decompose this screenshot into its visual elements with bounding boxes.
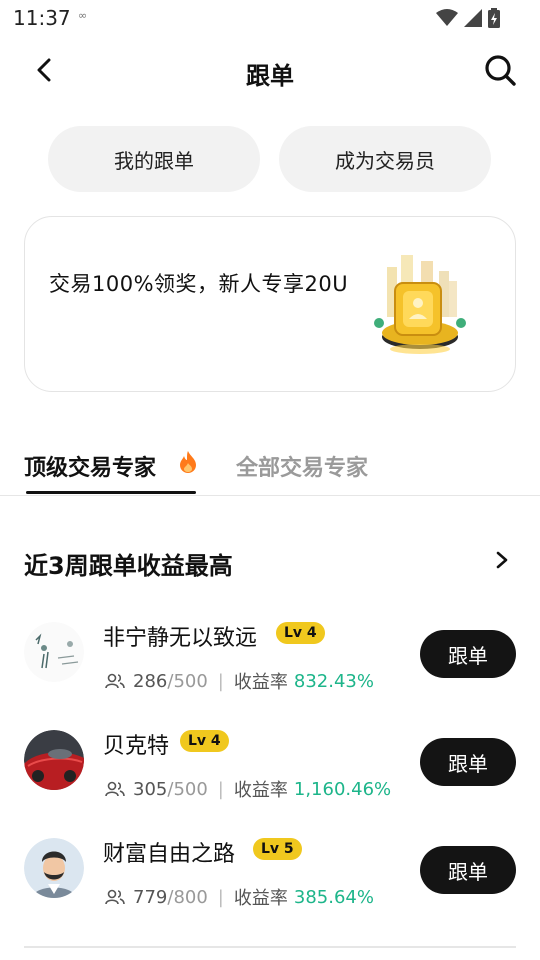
search-icon (485, 55, 516, 86)
signal-icon (464, 9, 482, 27)
battery-icon (488, 8, 500, 28)
trader-name: 贝克特 (103, 734, 170, 759)
avatar (24, 622, 84, 682)
follower-count: 779 (133, 886, 168, 908)
expert-tabs: 顶级交易专家 全部交易专家 (0, 440, 540, 496)
level-badge: Lv 5 (253, 838, 302, 860)
trader-stats: 305/500 | 收益率 1,160.46% (105, 776, 391, 802)
tab-all-experts[interactable]: 全部交易专家 (236, 450, 368, 482)
fire-icon (180, 451, 196, 473)
follower-capacity: 800 (173, 886, 208, 908)
follow-button[interactable]: 跟单 (420, 846, 516, 894)
avatar (24, 730, 84, 790)
nav-bar: 跟单 (0, 44, 540, 100)
people-icon (105, 673, 125, 689)
promo-banner[interactable]: 交易100%领奖，新人专享20U (24, 216, 516, 392)
gold-coin-buildings-illustration (374, 255, 466, 354)
become-trader-button[interactable]: 成为交易员 (279, 126, 491, 192)
status-icons (436, 8, 500, 28)
avatar (24, 838, 84, 898)
trader-row[interactable]: 财富自由之路 Lv 5 779/800 | 收益率 385.64% 跟单 (0, 838, 540, 938)
promo-text: 交易100%领奖，新人专享20U (49, 272, 349, 296)
link-icon: ∞ (78, 9, 88, 22)
trader-row[interactable]: 非宁静无以致远 Lv 4 286/500 | 收益率 832.43% 跟单 (0, 622, 540, 722)
status-time: 11:37 (13, 6, 71, 30)
rate-label: 收益率 (233, 780, 288, 801)
follower-count: 305 (133, 778, 168, 800)
level-badge: Lv 4 (180, 730, 229, 752)
trader-name: 财富自由之路 (103, 842, 236, 867)
follow-button[interactable]: 跟单 (420, 738, 516, 786)
chevron-right-icon[interactable] (492, 548, 512, 572)
return-rate: 1,160.46% (293, 778, 392, 800)
people-icon (105, 781, 125, 797)
follow-button[interactable]: 跟单 (420, 630, 516, 678)
rate-label: 收益率 (233, 672, 288, 693)
tab-top-experts[interactable]: 顶级交易专家 (24, 450, 156, 482)
return-rate: 832.43% (293, 670, 374, 692)
level-badge: Lv 4 (276, 622, 325, 644)
page-title: 跟单 (246, 62, 294, 90)
wifi-icon (436, 9, 458, 26)
rate-label: 收益率 (233, 888, 288, 909)
trader-row[interactable]: 贝克特 Lv 4 305/500 | 收益率 1,160.46% 跟单 (0, 730, 540, 830)
my-copy-trades-button[interactable]: 我的跟单 (48, 126, 260, 192)
trader-stats: 779/800 | 收益率 385.64% (105, 884, 374, 910)
section-title: 近3周跟单收益最高 (24, 552, 233, 580)
people-icon (105, 889, 125, 905)
follower-capacity: 500 (173, 670, 208, 692)
status-bar: 11:37 ∞ (0, 0, 540, 36)
return-rate: 385.64% (293, 886, 374, 908)
follower-capacity: 500 (173, 778, 208, 800)
trader-stats: 286/500 | 收益率 832.43% (105, 668, 374, 694)
active-tab-indicator (26, 491, 196, 494)
follower-count: 286 (133, 670, 168, 692)
divider (24, 946, 516, 948)
trader-name: 非宁静无以致远 (103, 626, 258, 651)
search-button[interactable] (480, 50, 520, 90)
